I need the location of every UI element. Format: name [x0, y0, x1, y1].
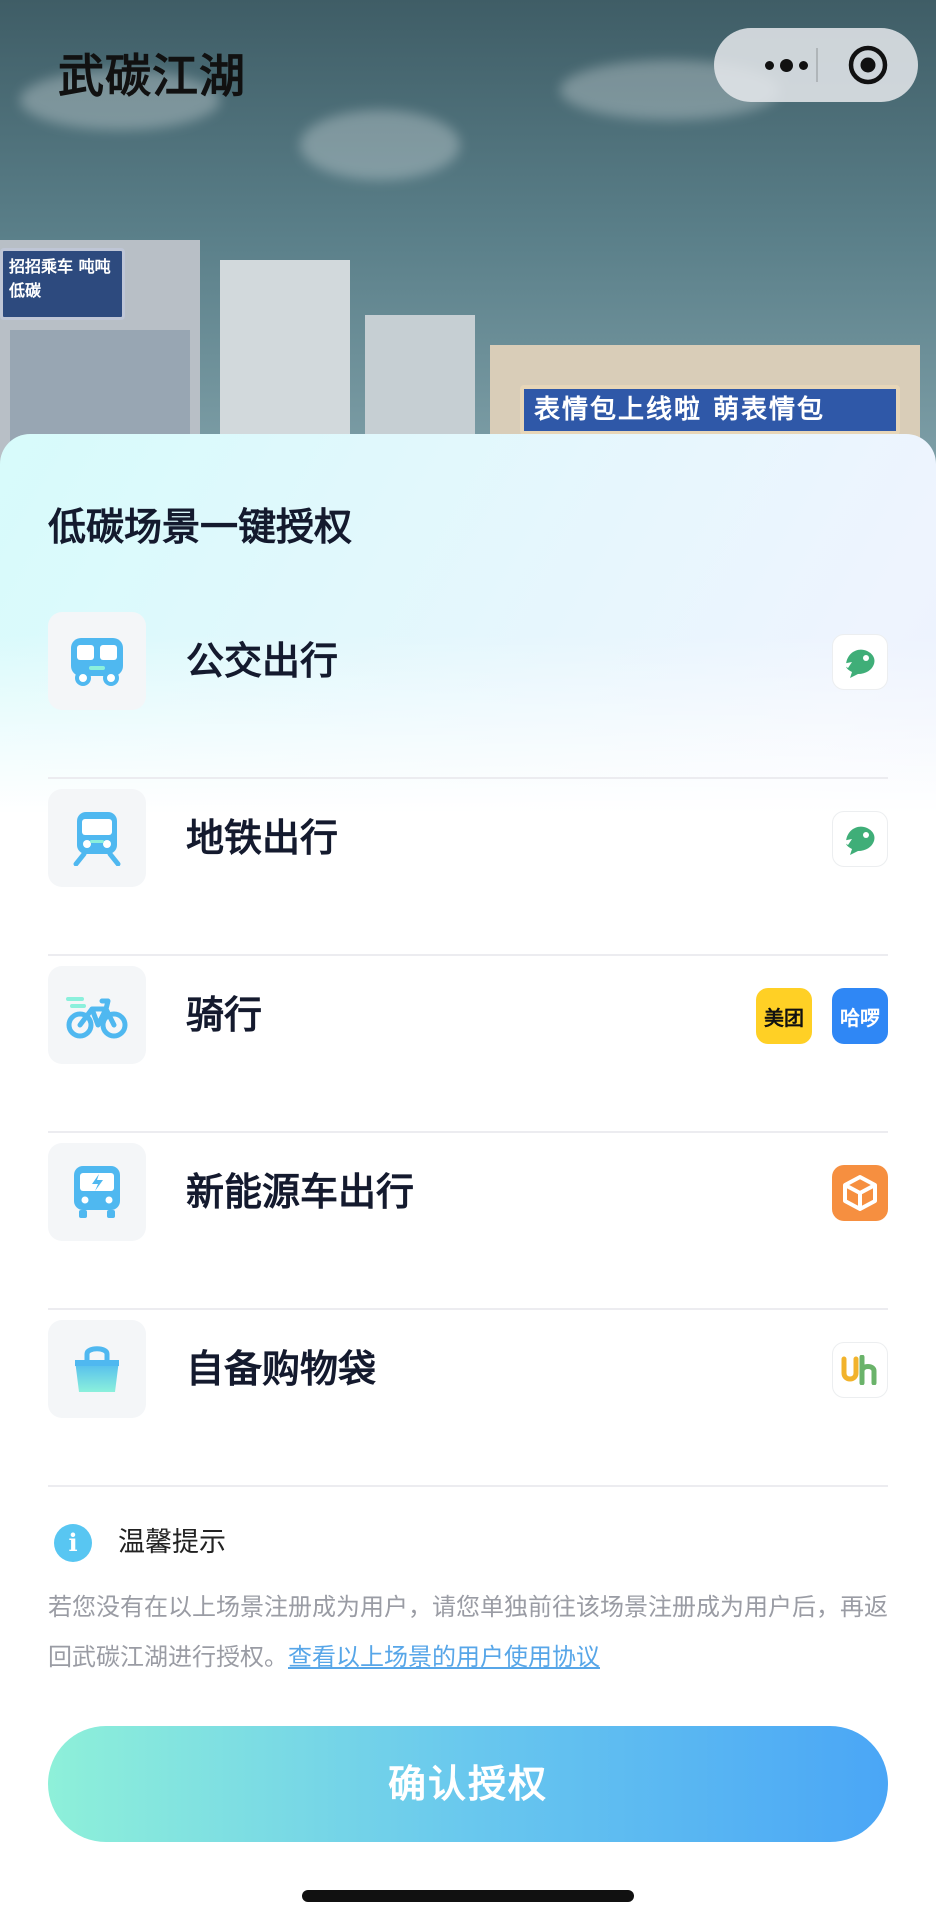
scene-label: 新能源车出行 — [186, 1170, 415, 1214]
transit-app-logo-icon — [832, 634, 888, 690]
scene-list: 公交出行 地铁出行 骑行 美团 哈啰 新能源车出行 自备购物袋 — [48, 602, 888, 1487]
confirm-authorization-button[interactable]: 确认授权 — [48, 1726, 888, 1842]
shopping-bag-icon — [48, 1320, 146, 1418]
cube-logo-icon — [832, 1165, 888, 1221]
transit-app-logo-icon — [832, 811, 888, 867]
scene-label: 骑行 — [186, 993, 263, 1037]
app-title: 武碳江湖 — [58, 49, 246, 103]
hellobike-logo-icon: 哈啰 — [832, 988, 888, 1044]
more-options-button[interactable] — [736, 28, 836, 102]
more-dot-icon — [764, 60, 774, 70]
scene-row-bus[interactable]: 公交出行 — [48, 602, 888, 779]
partner-logos — [832, 634, 888, 690]
scene-row-shopping-bag[interactable]: 自备购物袋 — [48, 1310, 888, 1487]
scene-label: 自备购物袋 — [186, 1347, 377, 1391]
sheet-title: 低碳场景一键授权 — [48, 505, 353, 549]
capsule-divider — [816, 48, 818, 82]
partner-logos — [832, 1342, 888, 1398]
tip-text: 若您没有在以上场景注册成为用户，请您单独前往该场景注册成为用户后，再返回武碳江湖… — [48, 1582, 890, 1682]
tip-title: 温馨提示 — [118, 1527, 226, 1558]
scene-row-new-energy[interactable]: 新能源车出行 — [48, 1133, 888, 1310]
partner-logos — [832, 1165, 888, 1221]
bus-icon — [48, 612, 146, 710]
uh-logo-icon — [832, 1342, 888, 1398]
user-agreement-link[interactable]: 查看以上场景的用户使用协议 — [288, 1643, 600, 1671]
info-icon: i — [54, 1524, 92, 1562]
ev-bus-icon — [48, 1143, 146, 1241]
scene-row-metro[interactable]: 地铁出行 — [48, 779, 888, 956]
meituan-logo-icon: 美团 — [756, 988, 812, 1044]
billboard-right: 表情包上线啦 萌表情包 — [520, 385, 900, 435]
authorization-sheet: 低碳场景一键授权 公交出行 地铁出行 骑行 美团 哈啰 新能源车出行 自备购物袋… — [0, 434, 936, 1926]
bicycle-icon — [48, 966, 146, 1064]
partner-logos — [832, 811, 888, 867]
more-dot-icon — [798, 60, 808, 70]
partner-logos: 美团 哈啰 — [756, 988, 888, 1044]
scene-label: 公交出行 — [186, 639, 339, 683]
home-indicator — [302, 1890, 634, 1902]
billboard-left: 招招乘车 吨吨低碳 — [0, 248, 125, 320]
metro-icon — [48, 789, 146, 887]
close-target-icon[interactable] — [847, 44, 889, 86]
scene-label: 地铁出行 — [186, 816, 339, 860]
mini-program-capsule — [714, 28, 918, 102]
scene-row-cycling[interactable]: 骑行 美团 哈啰 — [48, 956, 888, 1133]
more-dot-icon — [779, 58, 793, 72]
